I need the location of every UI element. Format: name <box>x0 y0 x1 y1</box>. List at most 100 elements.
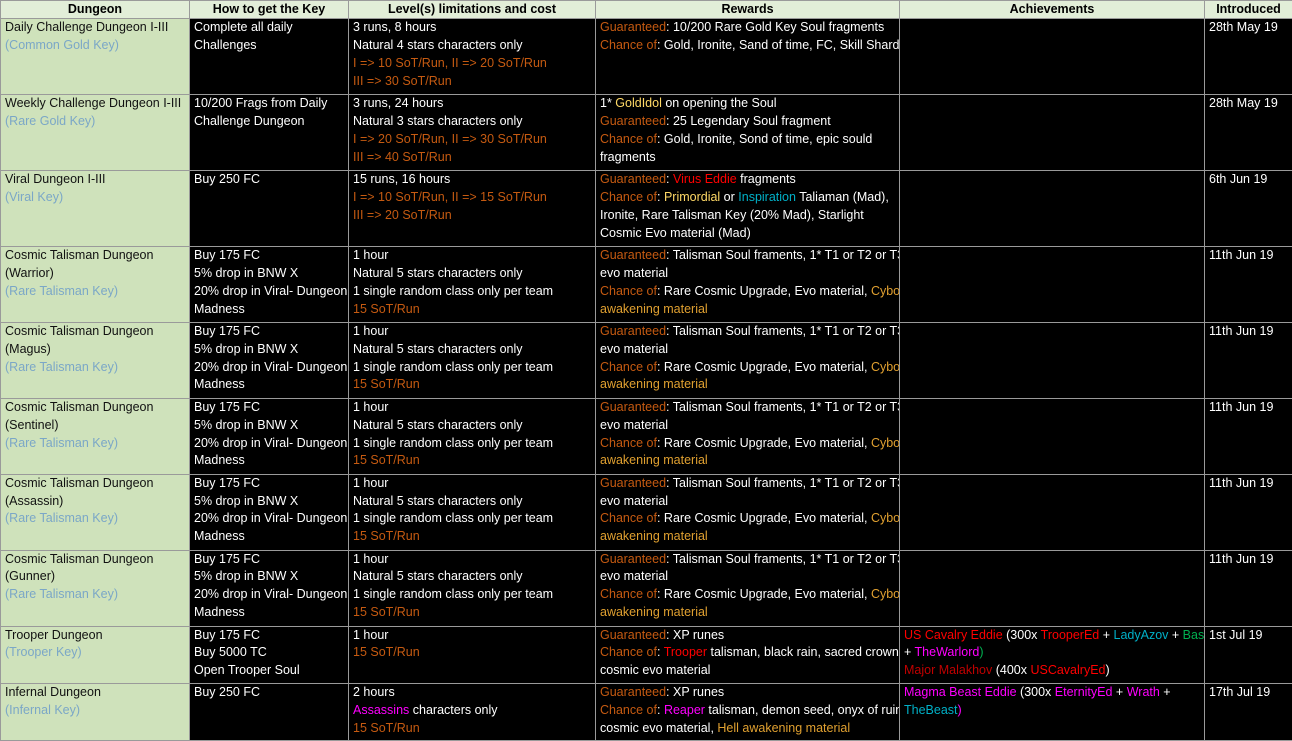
how_to_get-segment: Open Trooper Soul <box>194 663 300 677</box>
cell-rewards: Guaranteed: Talisman Soul framents, 1* T… <box>596 398 900 474</box>
cell-level-limitations-and-cost: 2 hoursAssassins characters only15 SoT/R… <box>349 683 596 740</box>
introduced-date: 11th Jun 19 <box>1209 323 1289 341</box>
table-body: Daily Challenge Dungeon I-III(Common Gol… <box>1 19 1292 741</box>
dungeon-key-name: (Rare Talisman Key) <box>5 435 186 453</box>
limitations-line: III => 40 SoT/Run <box>353 149 592 167</box>
dungeon-name: Cosmic Talisman Dungeon <box>5 551 186 569</box>
rewards-segment: evo material <box>600 494 668 508</box>
cell-how-to-get-the-key: Complete all dailyChallenges <box>190 19 349 95</box>
cell-rewards: Guaranteed: XP runesChance of: Trooper t… <box>596 626 900 683</box>
rewards-line: Chance of: Rare Cosmic Upgrade, Evo mate… <box>600 283 896 301</box>
rewards-line: awakening material <box>600 301 896 319</box>
limitations-line: 15 SoT/Run <box>353 376 592 394</box>
dungeon-name-variant: (Gunner) <box>5 568 186 586</box>
cell-introduced: 1st Jul 19 <box>1205 626 1292 683</box>
limitations-segment: I => 10 SoT/Run, II => 15 SoT/Run <box>353 190 547 204</box>
cell-level-limitations-and-cost: 1 hourNatural 5 stars characters only1 s… <box>349 398 596 474</box>
achievements-segment: (300x <box>1003 628 1041 642</box>
rewards-line: Ironite, Rare Talisman Key (20% Mad), St… <box>600 207 896 225</box>
rewards-segment: : Talisman Soul framents, 1* T1 or T2 or… <box>666 400 899 414</box>
rewards-segment: 1* <box>600 96 615 110</box>
how_to_get-segment: Buy 175 FC <box>194 400 260 414</box>
how_to_get-segment: Buy 5000 TC <box>194 645 267 659</box>
limitations-line: 15 SoT/Run <box>353 604 592 622</box>
rewards-segment: : <box>666 172 673 186</box>
rewards-segment: Guaranteed <box>600 324 666 338</box>
limitations-segment: 1 hour <box>353 248 388 262</box>
achievements-line: Major Malakhov (400x USCavalryEd) <box>904 662 1201 680</box>
cell-level-limitations-and-cost: 3 runs, 8 hoursNatural 4 stars character… <box>349 19 596 95</box>
cell-how-to-get-the-key: Buy 175 FC5% drop in BNW X20% drop in Vi… <box>190 398 349 474</box>
rewards-segment: Chance of <box>600 38 657 52</box>
dungeon-key-name: (Rare Talisman Key) <box>5 586 186 604</box>
how_to_get-line: Buy 175 FC <box>194 247 345 265</box>
limitations-line: 3 runs, 24 hours <box>353 95 592 113</box>
how_to_get-segment: 5% drop in BNW X <box>194 569 298 583</box>
rewards-line: cosmic evo material, Hell awakening mate… <box>600 720 896 738</box>
how_to_get-segment: Buy 250 FC <box>194 685 260 699</box>
limitations-segment: Natural 5 stars characters only <box>353 569 523 583</box>
rewards-segment: evo material <box>600 418 668 432</box>
how_to_get-line: Open Trooper Soul <box>194 662 345 680</box>
limitations-line: 15 SoT/Run <box>353 301 592 319</box>
rewards-line: 1* GoldIdol on opening the Soul <box>600 95 896 113</box>
rewards-line: Guaranteed: 25 Legendary Soul fragment <box>600 113 896 131</box>
rewards-segment: : Rare Cosmic Upgrade, Evo material, <box>657 284 871 298</box>
limitations-segment: 15 SoT/Run <box>353 605 420 619</box>
limitations-segment: 15 runs, 16 hours <box>353 172 450 186</box>
dungeon-name: Cosmic Talisman Dungeon <box>5 399 186 417</box>
rewards-segment: awakening material <box>600 302 708 316</box>
cell-how-to-get-the-key: Buy 175 FC5% drop in BNW X20% drop in Vi… <box>190 322 349 398</box>
cell-rewards: Guaranteed: XP runesChance of: Reaper ta… <box>596 683 900 740</box>
how_to_get-line: 5% drop in BNW X <box>194 265 345 283</box>
rewards-segment: Chance of <box>600 360 657 374</box>
how_to_get-line: Buy 175 FC <box>194 399 345 417</box>
rewards-segment: fragments <box>600 150 656 164</box>
limitations-segment: Natural 4 stars characters only <box>353 38 523 52</box>
cell-achievements <box>900 246 1205 322</box>
how_to_get-line: 20% drop in Viral- Dungeon <box>194 359 345 377</box>
rewards-segment: Primordial <box>664 190 720 204</box>
achievements-segment: + <box>1112 685 1126 699</box>
rewards-line: Cosmic Evo material (Mad) <box>600 225 896 243</box>
achievements-segment: USCavalryEd <box>1030 663 1105 677</box>
limitations-segment: III => 40 SoT/Run <box>353 150 452 164</box>
rewards-segment: Guaranteed <box>600 20 666 34</box>
how_to_get-segment: Buy 175 FC <box>194 248 260 262</box>
rewards-line: Guaranteed: Talisman Soul framents, 1* T… <box>600 551 896 569</box>
cell-dungeon: Weekly Challenge Dungeon I-III(Rare Gold… <box>1 94 190 170</box>
rewards-segment: or <box>720 190 738 204</box>
achievements-line: Magma Beast Eddie (300x EternityEd + Wra… <box>904 684 1201 702</box>
rewards-segment: Chance of <box>600 436 657 450</box>
limitations-segment: Natural 3 stars characters only <box>353 114 523 128</box>
dungeon-name-variant: (Sentinel) <box>5 417 186 435</box>
introduced-date: 11th Jun 19 <box>1209 551 1289 569</box>
table-row: Weekly Challenge Dungeon I-III(Rare Gold… <box>1 94 1292 170</box>
rewards-line: evo material <box>600 265 896 283</box>
header-row: Dungeon How to get the Key Level(s) limi… <box>1 1 1292 19</box>
cell-introduced: 17th Jul 19 <box>1205 683 1292 740</box>
dungeon-name: Weekly Challenge Dungeon I-III <box>5 95 186 113</box>
rewards-segment: : <box>657 190 664 204</box>
limitations-segment: 2 hours <box>353 685 395 699</box>
rewards-line: Guaranteed: Virus Eddie fragments <box>600 171 896 189</box>
rewards-segment: cosmic evo material <box>600 663 710 677</box>
rewards-line: Guaranteed: Talisman Soul framents, 1* T… <box>600 399 896 417</box>
achievements-segment: ) <box>979 645 983 659</box>
limitations-line: 1 hour <box>353 551 592 569</box>
rewards-segment: awakening material <box>600 377 708 391</box>
cell-achievements <box>900 94 1205 170</box>
dungeon-name: Daily Challenge Dungeon I-III <box>5 19 186 37</box>
how_to_get-line: Madness <box>194 376 345 394</box>
table-row: Cosmic Talisman Dungeon(Magus)(Rare Tali… <box>1 322 1292 398</box>
rewards-segment: Chance of <box>600 132 657 146</box>
how_to_get-segment: 20% drop in Viral- Dungeon <box>194 436 347 450</box>
achievements-segment: US Cavalry Eddie <box>904 628 1003 642</box>
limitations-line: 3 runs, 8 hours <box>353 19 592 37</box>
rewards-line: Chance of: Rare Cosmic Upgrade, Evo mate… <box>600 586 896 604</box>
how_to_get-segment: 10/200 Frags from Daily <box>194 96 327 110</box>
how_to_get-segment: Madness <box>194 605 245 619</box>
rewards-segment: : XP runes <box>666 628 724 642</box>
rewards-line: evo material <box>600 417 896 435</box>
rewards-line: cosmic evo material <box>600 662 896 680</box>
